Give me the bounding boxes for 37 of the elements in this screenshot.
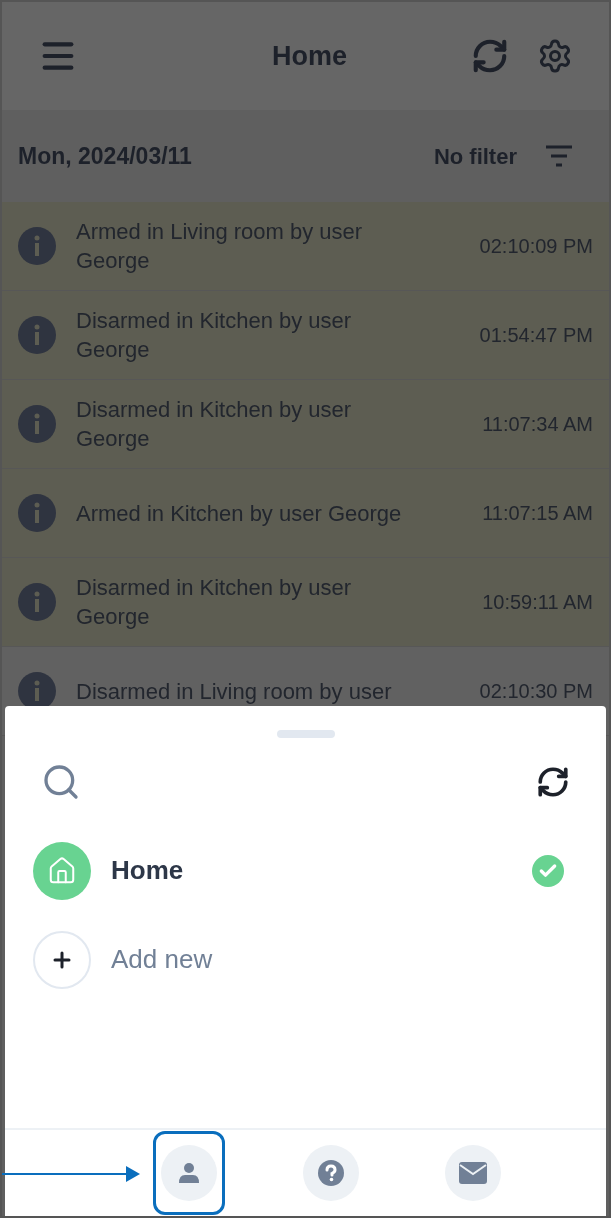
nav-button[interactable] bbox=[445, 1145, 501, 1201]
mail-icon bbox=[459, 1162, 487, 1184]
info-icon bbox=[18, 494, 56, 532]
info-icon bbox=[18, 583, 56, 621]
event-message: Disarmed in Kitchen by user George bbox=[76, 307, 353, 364]
home-name: Home bbox=[111, 854, 185, 887]
event-message: Disarmed in Kitchen by user George bbox=[76, 574, 353, 631]
page-title: Home bbox=[271, 39, 348, 73]
settings-icon[interactable] bbox=[537, 38, 573, 74]
event-message: Disarmed in Kitchen by user George bbox=[76, 396, 353, 453]
info-icon bbox=[18, 316, 56, 354]
event-message: Armed in Kitchen by user George bbox=[76, 499, 403, 528]
plus-icon bbox=[33, 930, 91, 989]
event-time: 02:10:09 PM bbox=[479, 234, 593, 259]
home-list-item[interactable]: Add new bbox=[5, 915, 606, 1004]
house-icon bbox=[33, 841, 91, 900]
info-icon bbox=[18, 227, 56, 265]
refresh-icon[interactable] bbox=[536, 765, 570, 799]
search-icon[interactable] bbox=[41, 762, 81, 802]
event-time: 01:54:47 PM bbox=[479, 323, 593, 348]
event-time: 11:07:34 AM bbox=[482, 412, 593, 437]
event-time: 02:10:30 PM bbox=[479, 679, 593, 704]
event-time: 11:07:15 AM bbox=[482, 501, 593, 526]
event-message: Armed in Living room by user George bbox=[76, 218, 364, 275]
event-time: 10:59:11 AM bbox=[482, 590, 593, 615]
date-label: Mon, 2024/03/11 bbox=[18, 141, 193, 171]
nav-button[interactable] bbox=[161, 1145, 217, 1201]
person-icon bbox=[177, 1161, 201, 1185]
filter-label[interactable]: No filter bbox=[433, 139, 517, 173]
event-message: Disarmed in Living room by user bbox=[76, 677, 393, 706]
sheet-handle[interactable] bbox=[276, 730, 335, 738]
filter-icon[interactable] bbox=[545, 145, 573, 167]
info-icon bbox=[18, 405, 56, 443]
nav-button[interactable] bbox=[303, 1145, 359, 1201]
help-icon bbox=[317, 1159, 345, 1187]
home-list-item[interactable]: Home bbox=[5, 826, 606, 915]
home-name: Add new bbox=[111, 943, 214, 976]
